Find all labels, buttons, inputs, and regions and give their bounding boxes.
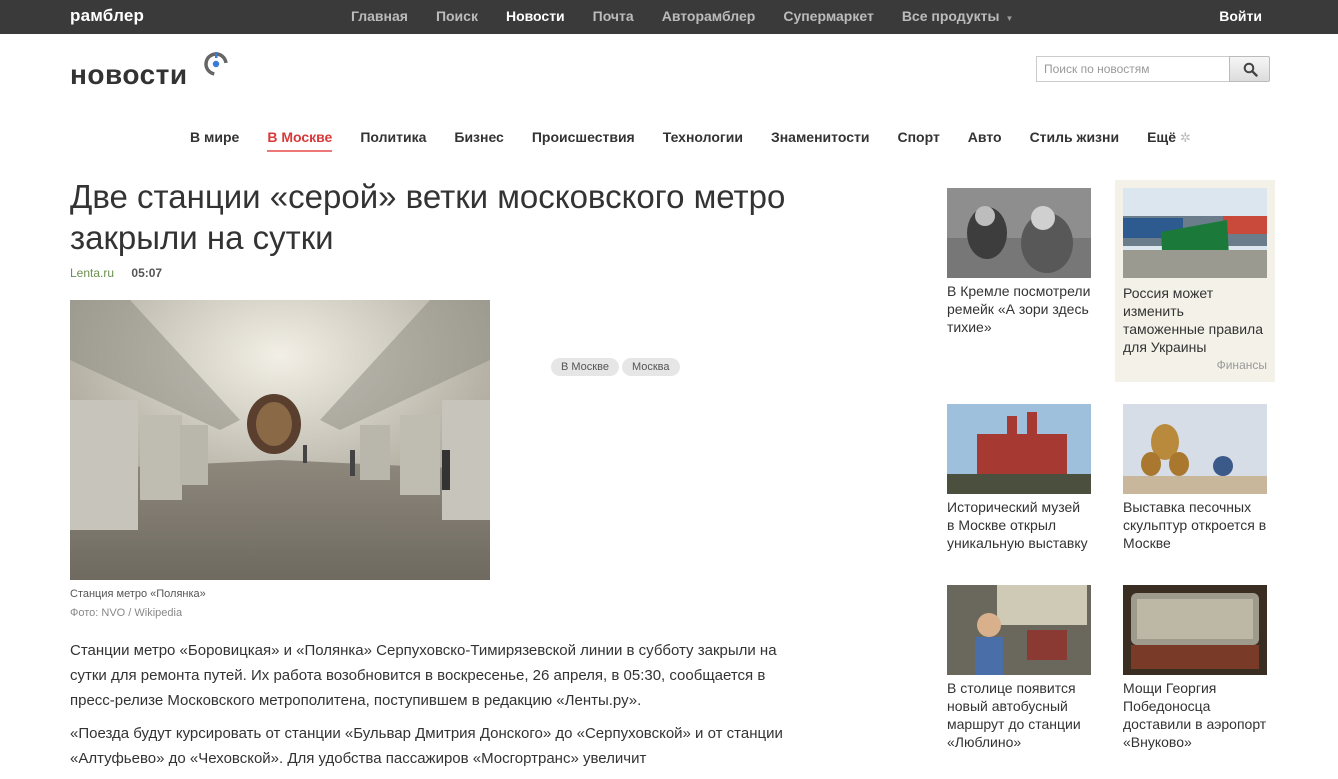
- search-button[interactable]: [1229, 56, 1270, 82]
- login-button[interactable]: Войти: [1219, 0, 1262, 33]
- news-thumbnail: [1123, 585, 1267, 675]
- top-nav-news[interactable]: Новости: [492, 0, 579, 34]
- news-thumbnail: [947, 188, 1091, 278]
- news-thumbnail: [1123, 404, 1267, 494]
- category-business[interactable]: Бизнес: [440, 128, 517, 147]
- sidebar-news-card[interactable]: В столице появится новый автобусный марш…: [947, 585, 1091, 751]
- news-rubric[interactable]: Финансы: [1123, 358, 1267, 372]
- article-source[interactable]: Lenta.ru: [70, 266, 114, 280]
- category-technology[interactable]: Технологии: [649, 128, 757, 147]
- article-paragraph: Станции метро «Боровицкая» и «Полянка» С…: [70, 642, 777, 709]
- category-nav: В мире В Москве Политика Бизнес Происшес…: [176, 128, 1205, 152]
- top-nav-main[interactable]: Главная: [337, 0, 422, 34]
- article-title: Две станции «серой» ветки московского ме…: [70, 178, 786, 256]
- category-incidents[interactable]: Происшествия: [518, 128, 649, 147]
- search-input[interactable]: [1036, 56, 1230, 82]
- top-nav-supermarket[interactable]: Супермаркет: [769, 0, 887, 34]
- news-thumbnail: [1123, 188, 1267, 278]
- category-lifestyle[interactable]: Стиль жизни: [1016, 128, 1134, 147]
- news-headline: В столице появится новый автобусный марш…: [947, 680, 1081, 750]
- top-nav: Главная Поиск Новости Почта Авторамблер …: [337, 0, 1027, 34]
- all-products-label: Все продукты: [901, 8, 1000, 24]
- rambler-logo[interactable]: рамблер: [70, 6, 144, 26]
- article-body: Станции метро «Боровицкая» и «Полянка» С…: [70, 638, 810, 779]
- news-headline: Выставка песочных скульптур откроется в …: [1123, 499, 1267, 551]
- sidebar-news-card[interactable]: Выставка песочных скульптур откроется в …: [1123, 404, 1267, 552]
- search-icon: [1243, 62, 1258, 77]
- sidebar-promo-card[interactable]: Россия может изменить таможенные правила…: [1115, 180, 1275, 382]
- photo-caption: Станция метро «Полянка»: [70, 588, 206, 600]
- news-logo-text: новости: [70, 59, 188, 90]
- news-search: [1036, 56, 1270, 82]
- news-headline: Мощи Георгия Победоносца доставили в аэр…: [1123, 680, 1267, 750]
- category-celebrities[interactable]: Знаменитости: [757, 128, 884, 147]
- sidebar-news-card[interactable]: В Кремле посмотрели ремейк «А зори здесь…: [947, 188, 1091, 336]
- news-thumbnail: [947, 585, 1091, 675]
- top-nav-all-products[interactable]: Все продукты ▼: [888, 0, 1028, 34]
- news-headline: Россия может изменить таможенные правила…: [1123, 285, 1264, 355]
- category-moscow[interactable]: В Москве: [253, 128, 346, 152]
- category-more-label: Ещё: [1147, 129, 1177, 145]
- news-thumbnail: [947, 404, 1091, 494]
- category-sport[interactable]: Спорт: [883, 128, 953, 147]
- article-tags: В Москве Москва: [551, 358, 680, 376]
- article-photo: [70, 300, 490, 580]
- clock-logo-icon: [204, 52, 228, 76]
- top-nav-auto[interactable]: Авторамблер: [648, 0, 770, 34]
- category-world[interactable]: В мире: [176, 128, 253, 147]
- photo-credit: Фото: NVO / Wikipedia: [70, 607, 183, 619]
- gear-icon: ✲: [1180, 130, 1191, 145]
- top-nav-search[interactable]: Поиск: [422, 0, 492, 34]
- sidebar-news-card[interactable]: Мощи Георгия Победоносца доставили в аэр…: [1123, 585, 1267, 751]
- category-more[interactable]: Ещё ✲: [1133, 128, 1205, 147]
- article-time: 05:07: [131, 266, 163, 280]
- article-meta: Lenta.ru 05:07: [70, 266, 162, 280]
- tag-in-moscow[interactable]: В Москве: [551, 358, 619, 376]
- news-headline: Исторический музей в Москве открыл уника…: [947, 499, 1088, 551]
- top-bar: рамблер Главная Поиск Новости Почта Авто…: [0, 0, 1338, 34]
- category-auto[interactable]: Авто: [954, 128, 1016, 147]
- tag-moscow[interactable]: Москва: [621, 358, 680, 376]
- sidebar-news-card[interactable]: Исторический музей в Москве открыл уника…: [947, 404, 1091, 552]
- news-headline: В Кремле посмотрели ремейк «А зори здесь…: [947, 283, 1091, 335]
- top-nav-mail[interactable]: Почта: [579, 0, 648, 34]
- chevron-down-icon: ▼: [1005, 14, 1014, 23]
- category-politics[interactable]: Политика: [346, 128, 440, 147]
- article-paragraph: «Поезда будут курсировать от станции «Бу…: [70, 725, 783, 767]
